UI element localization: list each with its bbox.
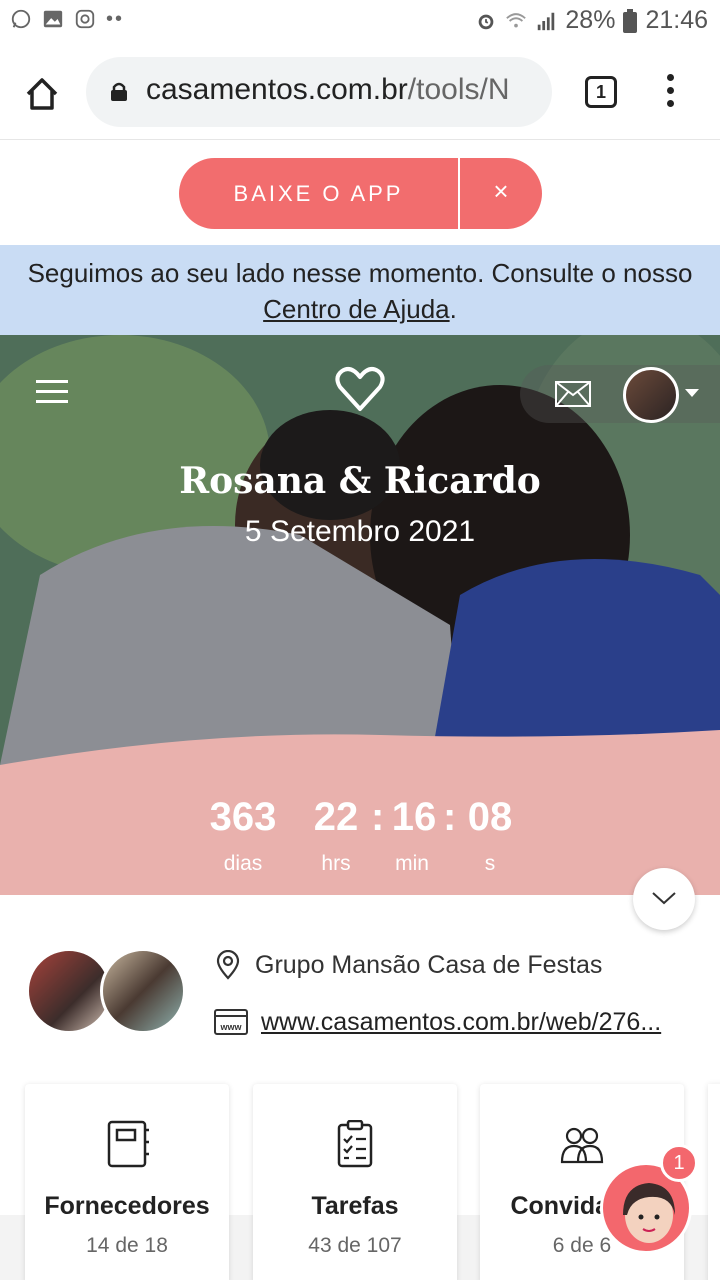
more-notifications-icon: •• xyxy=(106,8,125,30)
countdown-days: 363 xyxy=(209,795,277,839)
website-row[interactable]: www www.casamentos.com.br/web/276... xyxy=(213,1004,701,1040)
wedding-date: 5 Setembro 2021 xyxy=(244,515,476,548)
menu-icon[interactable] xyxy=(36,380,68,404)
card-tasks[interactable]: Tarefas 43 de 107 xyxy=(253,1084,457,1280)
battery-percent: 28% xyxy=(565,6,616,34)
url-domain: casamentos.com.br xyxy=(146,73,408,106)
couple-names: Rosana & Ricardo xyxy=(179,460,541,502)
home-icon[interactable] xyxy=(22,74,62,114)
countdown-days-label: dias xyxy=(223,852,263,875)
countdown-hours-label: hrs xyxy=(321,852,351,875)
browser-menu-button[interactable] xyxy=(664,74,676,110)
close-banner-button[interactable]: × xyxy=(460,158,542,229)
heart-logo-icon[interactable] xyxy=(334,365,386,413)
app-banner: BAIXE O APP × xyxy=(0,141,720,245)
scroll-down-button[interactable] xyxy=(633,868,695,930)
wifi-icon xyxy=(506,12,527,27)
notification-badge: 1 xyxy=(660,1144,698,1182)
countdown-minutes-label: min xyxy=(395,852,429,875)
gallery-icon xyxy=(43,10,63,28)
location-pin-icon xyxy=(216,950,240,980)
countdown-hours: 22 xyxy=(313,795,359,839)
chevron-down-icon[interactable] xyxy=(685,389,699,397)
battery-icon xyxy=(623,8,638,33)
couple-avatars xyxy=(26,948,186,1038)
card-progress: 43 de 107 xyxy=(308,1234,402,1257)
help-notice: Seguimos ao seu lado nesse momento. Cons… xyxy=(0,245,720,335)
countdown-minutes: 16 xyxy=(391,795,437,839)
browser-toolbar: casamentos.com.br/tools/N 1 xyxy=(0,44,720,140)
guests-icon xyxy=(560,1127,604,1164)
chevron-down-icon xyxy=(652,892,676,905)
alarm-icon xyxy=(479,14,494,29)
card-vendors[interactable]: Fornecedores 14 de 18 xyxy=(25,1084,229,1280)
website-link[interactable]: www.casamentos.com.br/web/276... xyxy=(261,1008,701,1037)
user-avatar[interactable] xyxy=(623,367,679,423)
card-title: Fornecedores xyxy=(44,1192,210,1220)
help-notice-text: Seguimos ao seu lado nesse momento. Cons… xyxy=(27,258,693,288)
venue-row[interactable]: Grupo Mansão Casa de Festas xyxy=(213,947,602,983)
tab-switcher-button[interactable]: 1 xyxy=(585,76,617,108)
url-text: casamentos.com.br/tools/N xyxy=(146,73,510,107)
checklist-icon xyxy=(337,1120,373,1168)
address-bar[interactable]: casamentos.com.br/tools/N xyxy=(86,57,552,127)
countdown-seconds: 08 xyxy=(467,795,513,839)
card-title: Tarefas xyxy=(311,1192,399,1220)
lock-icon xyxy=(111,82,127,101)
website-icon: www xyxy=(214,1009,248,1035)
download-app-pill: BAIXE O APP × xyxy=(179,158,542,229)
countdown-separator: : xyxy=(371,795,385,839)
help-notice-end: . xyxy=(449,294,457,324)
mail-icon[interactable] xyxy=(555,381,591,407)
whatsapp-icon xyxy=(11,9,31,29)
hero-actions xyxy=(520,365,720,423)
screen: •• 28% 21:46 casamentos.com.br/tools/N 1… xyxy=(0,0,720,1280)
avatar[interactable] xyxy=(100,948,186,1034)
notification-icons: •• xyxy=(10,8,124,30)
countdown: 363 22 : 16 : 08 dias hrs min s xyxy=(0,790,720,880)
download-app-button[interactable]: BAIXE O APP xyxy=(179,158,458,229)
help-center-link[interactable]: Centro de Ajuda xyxy=(263,294,449,324)
instagram-icon xyxy=(75,9,95,29)
clock: 21:46 xyxy=(645,6,708,34)
card-progress: 14 de 18 xyxy=(86,1234,168,1257)
url-path: /tools/N xyxy=(407,73,510,106)
card-next[interactable] xyxy=(708,1084,720,1280)
svg-text:www: www xyxy=(219,1022,242,1032)
signal-icon xyxy=(538,12,555,30)
system-status: 28% 21:46 xyxy=(475,6,708,35)
countdown-seconds-label: s xyxy=(484,852,496,875)
venue-name: Grupo Mansão Casa de Festas xyxy=(255,950,603,979)
hero-section: Rosana & Ricardo 5 Setembro 2021 363 22 … xyxy=(0,335,720,895)
countdown-separator: : xyxy=(443,795,457,839)
status-bar: •• 28% 21:46 xyxy=(0,0,720,44)
notebook-icon xyxy=(107,1120,149,1168)
